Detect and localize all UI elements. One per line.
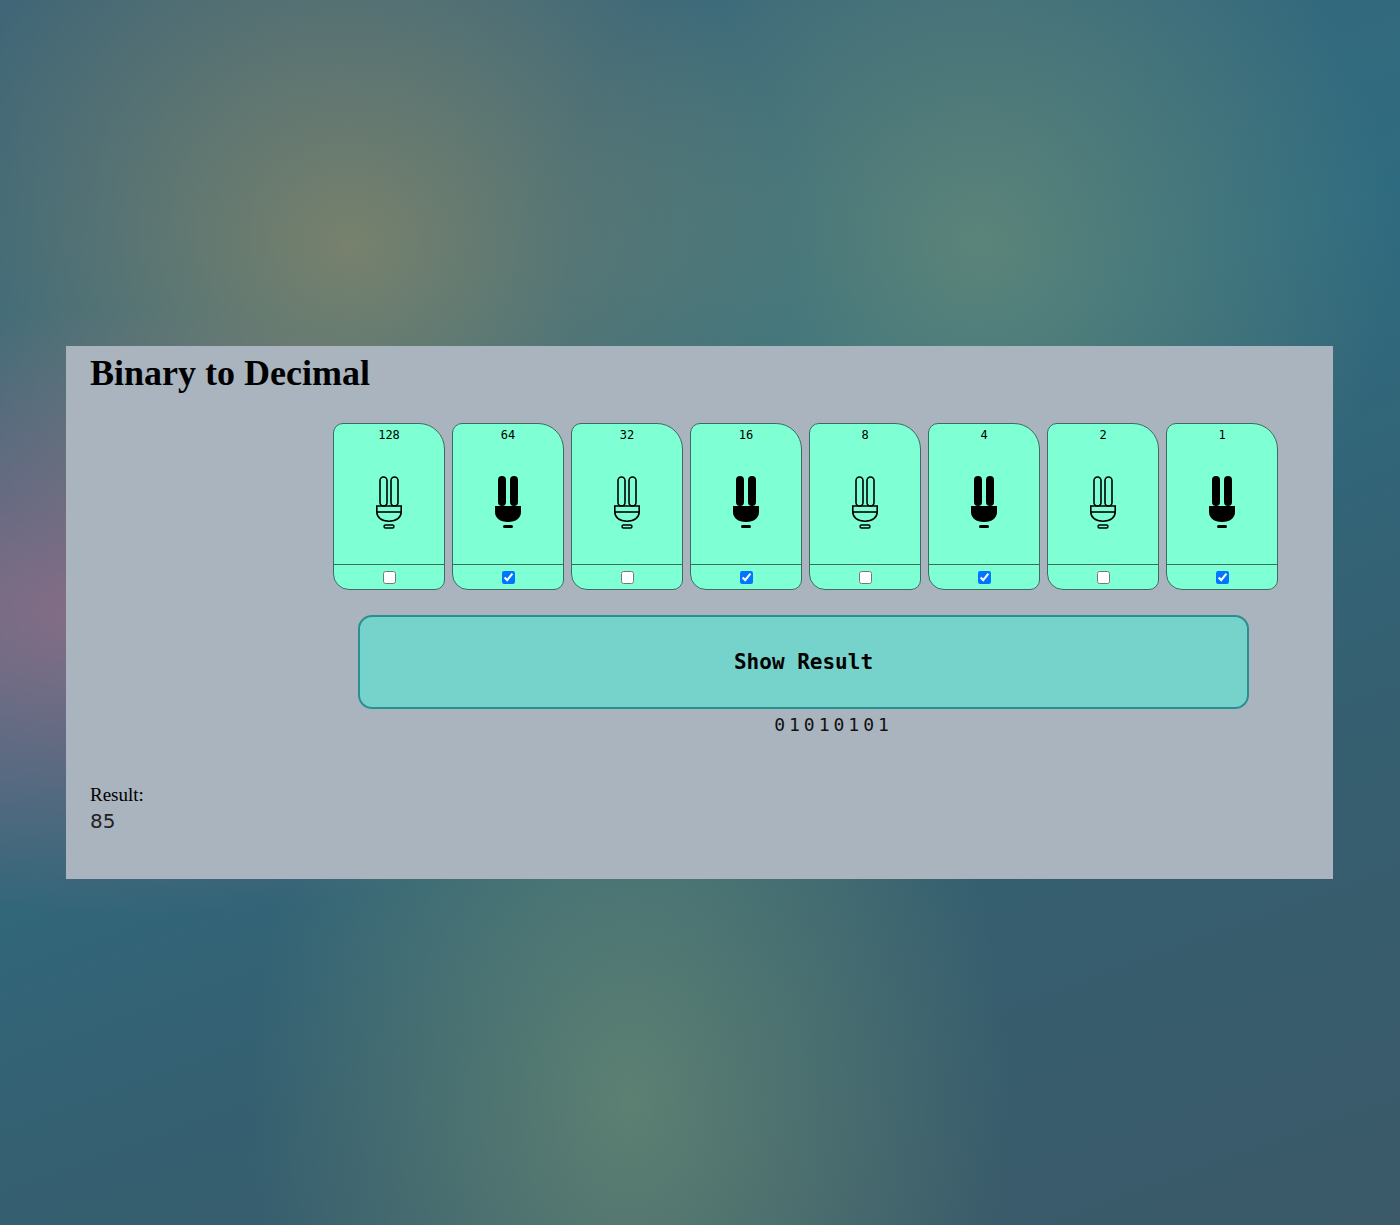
bulb-area <box>453 442 563 564</box>
bit-weight: 32 <box>572 424 682 442</box>
bulb-area <box>1048 442 1158 564</box>
bit-card: 32 <box>571 423 683 590</box>
bit-checkbox[interactable] <box>859 571 872 584</box>
bit-weight: 4 <box>929 424 1039 442</box>
bulb-area <box>929 442 1039 564</box>
bit-toggle-row <box>1167 564 1277 589</box>
page-title: Binary to Decimal <box>90 352 1309 395</box>
bit-toggle-row <box>572 564 682 589</box>
bit-checkbox[interactable] <box>1097 571 1110 584</box>
bit-toggle-row <box>810 564 920 589</box>
converter-panel: Binary to Decimal 128 64 32 16 8421 Show Resul… <box>66 346 1333 879</box>
bit-card: 2 <box>1047 423 1159 590</box>
bulb-area <box>572 442 682 564</box>
bit-toggle-row <box>929 564 1039 589</box>
lit-bulb-icon <box>968 474 1000 532</box>
bit-checkbox[interactable] <box>978 571 991 584</box>
bit-checkbox[interactable] <box>740 571 753 584</box>
unlit-bulb-icon <box>1087 474 1119 532</box>
binary-readout: 01010101 <box>358 713 1249 737</box>
bulb-area <box>810 442 920 564</box>
unlit-bulb-icon <box>611 474 643 532</box>
bit-checkbox[interactable] <box>1216 571 1229 584</box>
result-label: Result: <box>90 783 1309 807</box>
lit-bulb-icon <box>730 474 762 532</box>
bulb-area <box>691 442 801 564</box>
bit-card: 1 <box>1166 423 1278 590</box>
bit-toggle-row <box>334 564 444 589</box>
bit-checkbox[interactable] <box>383 571 396 584</box>
unlit-bulb-icon <box>849 474 881 532</box>
lit-bulb-icon <box>492 474 524 532</box>
bit-card: 128 <box>333 423 445 590</box>
bit-weight: 2 <box>1048 424 1158 442</box>
bit-card: 4 <box>928 423 1040 590</box>
bit-checkbox[interactable] <box>621 571 634 584</box>
bit-checkbox[interactable] <box>502 571 515 584</box>
bulb-area <box>334 442 444 564</box>
screen: Binary to Decimal 128 64 32 16 8421 Show Resul… <box>0 0 1400 1225</box>
bit-weight: 16 <box>691 424 801 442</box>
bit-cards: 128 64 32 16 8421 <box>333 423 1309 590</box>
bit-toggle-row <box>691 564 801 589</box>
bit-weight: 8 <box>810 424 920 442</box>
bulb-area <box>1167 442 1277 564</box>
lit-bulb-icon <box>1206 474 1238 532</box>
bit-toggle-row <box>453 564 563 589</box>
bit-weight: 64 <box>453 424 563 442</box>
result-value: 85 <box>90 807 1309 835</box>
show-result-button[interactable]: Show Result <box>358 615 1249 709</box>
bit-card: 64 <box>452 423 564 590</box>
bit-weight: 1 <box>1167 424 1277 442</box>
bit-card: 8 <box>809 423 921 590</box>
bit-weight: 128 <box>334 424 444 442</box>
bit-card: 16 <box>690 423 802 590</box>
unlit-bulb-icon <box>373 474 405 532</box>
bit-toggle-row <box>1048 564 1158 589</box>
